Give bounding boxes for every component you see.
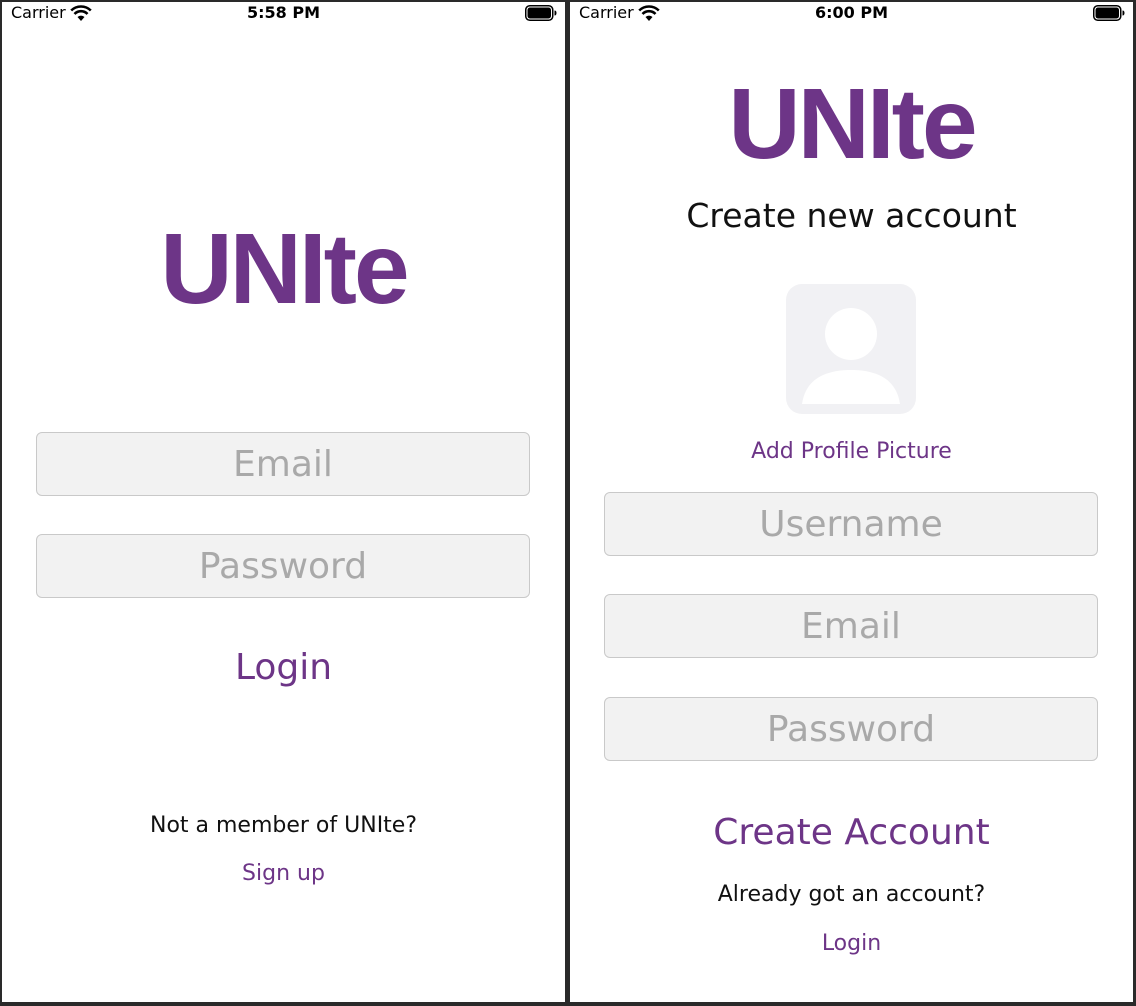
login-screen: Carrier 5:58 PM UNIte Login Not a member… [2, 2, 565, 1002]
person-placeholder-icon [802, 308, 900, 404]
signup-screen: Carrier 6:00 PM UNIte Create new account… [570, 2, 1133, 1002]
sign-up-link[interactable]: Sign up [2, 861, 565, 886]
password-field[interactable] [36, 534, 530, 598]
app-logo: UNIte [728, 68, 977, 180]
page-title: Create new account [686, 196, 1017, 235]
battery-icon [1093, 5, 1125, 21]
status-time: 6:00 PM [814, 3, 888, 22]
profile-picture-placeholder[interactable] [786, 284, 916, 414]
already-have-account-text: Already got an account? [717, 882, 986, 907]
add-profile-picture-button[interactable]: Add Profile Picture [570, 439, 1133, 464]
password-input[interactable] [605, 698, 1097, 760]
status-bar: Carrier 6:00 PM [570, 2, 1133, 28]
status-bar: Carrier 5:58 PM [2, 2, 565, 28]
create-account-button[interactable]: Create Account [570, 812, 1133, 853]
username-input[interactable] [605, 493, 1097, 555]
email-field[interactable] [604, 594, 1098, 658]
password-field[interactable] [604, 697, 1098, 761]
login-link[interactable]: Login [570, 931, 1133, 956]
app-logo: UNIte [160, 213, 409, 325]
email-field[interactable] [36, 432, 530, 496]
password-input[interactable] [37, 535, 529, 597]
email-input[interactable] [37, 433, 529, 495]
login-button[interactable]: Login [2, 647, 565, 688]
not-member-text: Not a member of UNIte? [149, 813, 418, 838]
battery-icon [525, 5, 557, 21]
username-field[interactable] [604, 492, 1098, 556]
status-time: 5:58 PM [246, 3, 320, 22]
email-input[interactable] [605, 595, 1097, 657]
